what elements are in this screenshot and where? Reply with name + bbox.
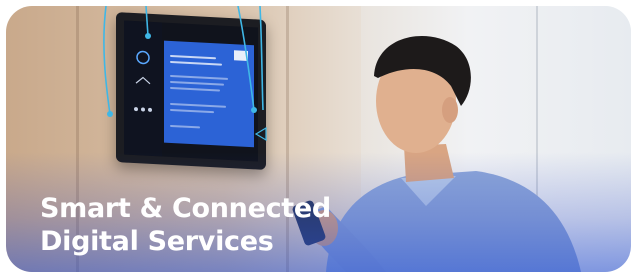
headline-line-1: Smart & Connected — [40, 193, 331, 224]
hero-headline: Smart & Connected Digital Services — [40, 192, 331, 258]
hero-card: Smart & Connected Digital Services — [6, 6, 631, 272]
headline-line-2: Digital Services — [40, 226, 274, 257]
